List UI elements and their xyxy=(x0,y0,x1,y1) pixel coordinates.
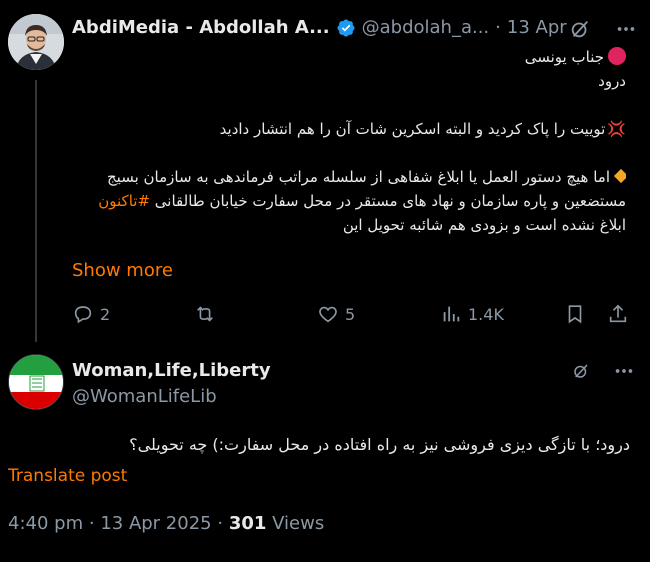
bookmark-button[interactable] xyxy=(564,303,586,325)
repost-icon xyxy=(197,306,213,322)
post-line-5 xyxy=(72,141,626,165)
post-line-6: اما هیچ دستور العمل یا ابلاغ شفاهی از سل… xyxy=(72,165,626,189)
post-line-2: درود xyxy=(598,72,626,90)
verified-badge-icon xyxy=(337,18,355,37)
action-bar: 2 5 1.4K xyxy=(72,303,632,327)
orange-diamond-icon xyxy=(613,168,626,184)
like-count: 5 xyxy=(345,304,356,324)
grok-icon[interactable] xyxy=(572,362,590,380)
iran-flag-icon xyxy=(9,355,63,409)
avatar[interactable] xyxy=(8,14,64,70)
like-icon xyxy=(319,306,337,323)
like-button[interactable]: 5 xyxy=(317,303,355,325)
author-name[interactable]: AbdiMedia - Abdollah A... xyxy=(72,17,330,38)
post-line-7: مستضعین و پاره سازمان و نهاد های مستقر د… xyxy=(98,192,626,210)
profile-photo-icon xyxy=(8,14,64,70)
views-count: 301 xyxy=(228,513,267,534)
reply-count: 2 xyxy=(100,304,111,324)
share-button[interactable] xyxy=(607,303,629,325)
views-button[interactable]: 1.4K xyxy=(440,303,504,325)
show-more-link[interactable]: Show more xyxy=(72,260,173,281)
post-line-8: ابلاغ نشده است و بزودی هم شائبه تحویل ای… xyxy=(342,216,626,234)
hashtag-link[interactable]: #تاکنون xyxy=(98,192,150,210)
separator-dot: · xyxy=(88,513,95,534)
post-line-4: 💢توییت را پاک کردید و البته اسکرین شات آ… xyxy=(219,120,626,138)
thread-connector-line xyxy=(35,80,37,342)
repost-button[interactable] xyxy=(194,303,222,325)
post-time[interactable]: 4:40 pm xyxy=(8,513,83,534)
anger-symbol-icon: 💢 xyxy=(607,120,626,138)
more-options-icon[interactable] xyxy=(614,18,638,40)
post-metadata: 4:40 pm · 13 Apr 2025 · 301 Views xyxy=(8,513,324,534)
post-header: AbdiMedia - Abdollah A... @abdolah_a... … xyxy=(72,17,567,38)
reply-body: درود؛ با تازگی دیزی فروشی نیز به راه افت… xyxy=(129,435,630,454)
post-line-3 xyxy=(72,93,626,117)
author-handle[interactable]: @WomanLifeLib xyxy=(72,386,217,407)
post-body: جناب یونسی درود 💢توییت را پاک کردید و ال… xyxy=(72,45,626,237)
bookmark-icon xyxy=(568,305,582,324)
author-name[interactable]: Woman,Life,Liberty xyxy=(72,360,271,381)
reply-button[interactable]: 2 xyxy=(72,303,110,325)
more-options-icon[interactable] xyxy=(612,360,636,382)
avatar[interactable] xyxy=(8,354,64,410)
post-line-1: جناب یونسی xyxy=(72,45,626,69)
grok-icon[interactable] xyxy=(569,18,591,40)
separator-dot: · xyxy=(217,513,224,534)
share-icon xyxy=(609,304,627,323)
translate-post-link[interactable]: Translate post xyxy=(8,466,127,486)
red-circle-icon xyxy=(608,47,626,65)
views-label: Views xyxy=(272,513,325,534)
post-date[interactable]: 13 Apr 2025 xyxy=(100,513,211,534)
post-date[interactable]: 13 Apr xyxy=(507,17,567,38)
separator-dot: · xyxy=(495,17,501,38)
reply-icon xyxy=(74,306,92,324)
author-handle[interactable]: @abdolah_a... xyxy=(362,17,490,38)
views-count: 1.4K xyxy=(468,304,504,324)
views-icon xyxy=(443,306,460,322)
